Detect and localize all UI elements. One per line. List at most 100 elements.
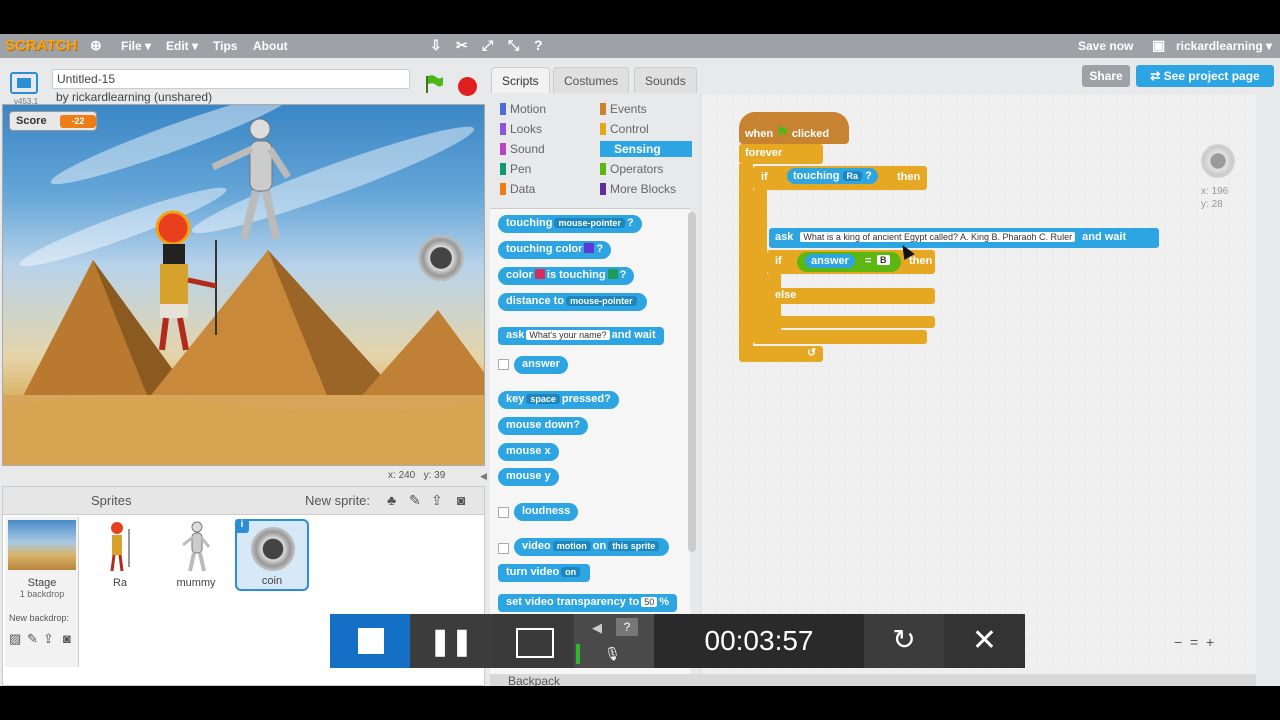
checkbox-loudness[interactable] (498, 507, 509, 518)
tab-scripts[interactable]: Scripts (491, 67, 550, 93)
zoom-out-icon[interactable]: − (1174, 634, 1182, 650)
backdrop-library-icon[interactable]: ▨ (9, 631, 21, 647)
cancel-recording-button[interactable]: ✕ (944, 614, 1025, 668)
block-mouse-x[interactable]: mouse x (498, 443, 559, 461)
block-answer[interactable]: answer (514, 356, 568, 374)
zoom-in-icon[interactable]: + (1206, 634, 1214, 650)
category-control[interactable]: Control (600, 122, 649, 136)
palette-scrollbar[interactable] (688, 212, 696, 552)
stop-button[interactable] (458, 77, 477, 96)
stop-recording-button[interactable] (330, 614, 410, 668)
forever-block[interactable]: forever (739, 144, 823, 164)
stage-thumbnail[interactable]: Stage 1 backdrop New backdrop: ▨ ✎ ⇪ ◙ (5, 517, 79, 667)
upload-icon[interactable]: ⇪ (43, 631, 54, 647)
checkbox-answer[interactable] (498, 359, 509, 370)
block-key-pressed[interactable]: key space pressed? (498, 391, 619, 409)
color-swatch[interactable] (534, 269, 545, 279)
equals-operator[interactable]: answer = B (797, 252, 901, 272)
info-icon[interactable]: i (235, 519, 249, 533)
category-looks[interactable]: Looks (500, 122, 542, 136)
block-input[interactable]: What's your name? (526, 330, 610, 340)
cut-icon[interactable]: ✂ (456, 37, 468, 54)
green-flag-icon[interactable] (424, 74, 444, 94)
dropdown[interactable]: Ra (842, 171, 863, 181)
globe-icon[interactable]: ⊕ (90, 37, 102, 54)
camera-icon[interactable]: ◙ (457, 492, 465, 508)
sprite-library-icon[interactable]: ♣ (387, 492, 396, 508)
paint-brush-icon[interactable]: ✎ (27, 631, 38, 647)
block-color-touching[interactable]: color is touching? (498, 267, 635, 285)
collapse-stage-icon[interactable]: ◀ (480, 471, 487, 482)
dropdown[interactable]: mouse-pointer (554, 218, 625, 228)
color-swatch[interactable] (584, 243, 595, 253)
menu-edit[interactable]: Edit ▾ (166, 39, 198, 53)
ra-sprite[interactable] (148, 210, 228, 360)
sprite-tile-ra[interactable]: Ra (83, 519, 157, 591)
sprite-tile-coin[interactable]: i coin (235, 519, 309, 591)
menu-about[interactable]: About (253, 39, 288, 53)
menu-tips[interactable]: Tips (213, 39, 237, 53)
fullscreen-button[interactable] (10, 72, 38, 94)
touching-condition[interactable]: touching Ra ? (787, 168, 878, 184)
block-touching-color[interactable]: touching color? (498, 241, 612, 259)
paint-brush-icon[interactable]: ✎ (409, 492, 421, 509)
tab-costumes[interactable]: Costumes (553, 67, 630, 93)
color-swatch[interactable] (607, 269, 618, 279)
block-input[interactable]: 50 (641, 597, 658, 607)
answer-value-input[interactable]: B (877, 255, 890, 265)
block-touching[interactable]: touching mouse-pointer? (498, 215, 642, 233)
block-turn-video[interactable]: turn video on (498, 564, 591, 582)
category-pen[interactable]: Pen (500, 162, 531, 176)
if-touching-block[interactable]: if touching Ra ? then (753, 166, 927, 190)
user-menu[interactable]: rickardlearning ▾ (1176, 39, 1272, 53)
help-icon[interactable]: ? (616, 618, 638, 636)
block-mouse-y[interactable]: mouse y (498, 468, 559, 486)
category-sensing[interactable]: Sensing (600, 141, 692, 157)
dropdown[interactable]: motion (552, 541, 591, 551)
menu-file[interactable]: File ▾ (121, 39, 151, 53)
sprite-tile-mummy[interactable]: mummy (159, 519, 233, 591)
upload-icon[interactable]: ⇪ (431, 492, 443, 509)
dropdown[interactable]: space (526, 394, 560, 404)
speaker-icon[interactable]: ◀ (592, 620, 602, 636)
block-set-video-transparency[interactable]: set video transparency to 50% (498, 594, 678, 612)
backpack-bar[interactable]: Backpack (490, 674, 1256, 686)
tab-sounds[interactable]: Sounds (634, 67, 697, 93)
scripts-area[interactable]: when ⚑ clicked forever ↺ if touching Ra … (700, 94, 1256, 676)
help-icon[interactable]: ? (534, 37, 543, 53)
webcam-toggle-button[interactable] (492, 614, 574, 668)
zoom-reset-icon[interactable]: = (1190, 634, 1198, 650)
block-distance-to[interactable]: distance to mouse-pointer (498, 293, 647, 311)
checkbox-video[interactable] (498, 543, 509, 554)
coin-sprite[interactable] (418, 235, 464, 281)
category-more-blocks[interactable]: More Blocks (600, 182, 676, 196)
block-video-on[interactable]: video motion on this sprite (514, 538, 670, 556)
grow-icon[interactable]: ⤢ (482, 37, 493, 54)
category-motion[interactable]: Motion (500, 102, 546, 116)
ask-and-wait-block[interactable]: ask What is a king of ancient Egypt call… (769, 228, 1159, 248)
category-events[interactable]: Events (600, 102, 647, 116)
category-sound[interactable]: Sound (500, 142, 545, 156)
shrink-icon[interactable]: ⤡ (508, 37, 519, 54)
duplicate-icon[interactable]: ⇩ (430, 37, 442, 54)
dropdown[interactable]: mouse-pointer (566, 296, 637, 306)
question-input[interactable]: What is a king of ancient Egypt called? … (800, 232, 1076, 242)
dropdown[interactable]: on (561, 567, 581, 577)
category-operators[interactable]: Operators (600, 162, 663, 176)
microphone-icon[interactable]: 🎙 (604, 646, 621, 662)
dropdown[interactable]: this sprite (608, 541, 660, 551)
share-button[interactable]: Share (1082, 65, 1130, 87)
project-title-input[interactable]: Untitled-15 (52, 69, 410, 89)
restart-recording-button[interactable]: ↻ (864, 614, 944, 668)
block-mouse-down[interactable]: mouse down? (498, 417, 588, 435)
when-flag-clicked-block[interactable]: when ⚑ clicked (739, 112, 849, 144)
answer-reporter[interactable]: answer (805, 254, 855, 268)
scratch-logo[interactable]: SCRATCH (5, 37, 77, 54)
pause-button[interactable]: ❚❚ (410, 614, 492, 668)
see-project-page-button[interactable]: ⇄ See project page (1136, 65, 1274, 87)
block-ask-and-wait[interactable]: ask What's your name? and wait (498, 327, 664, 345)
category-data[interactable]: Data (500, 182, 535, 196)
block-loudness[interactable]: loudness (514, 503, 579, 521)
save-now-link[interactable]: Save now (1078, 39, 1133, 53)
camera-icon[interactable]: ◙ (63, 631, 71, 646)
